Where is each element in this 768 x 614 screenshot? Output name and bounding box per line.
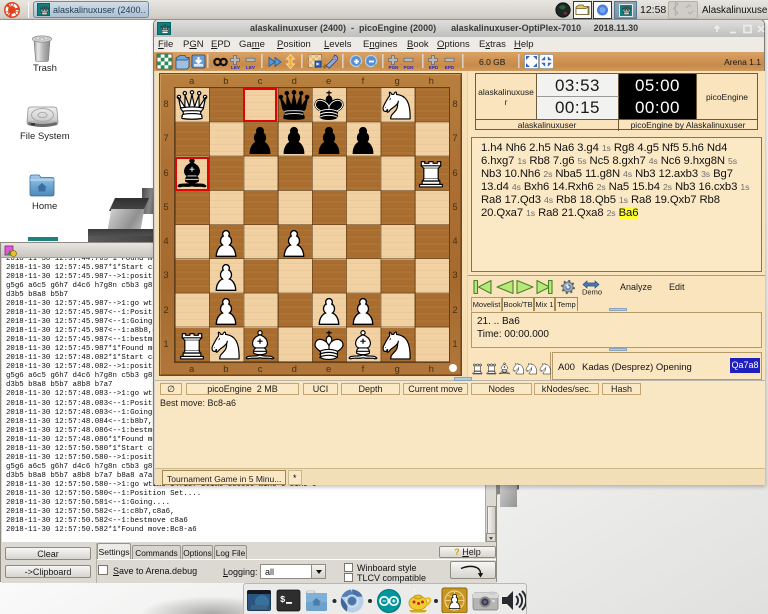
svg-text:Arena 1.1: Arena 1.1 (724, 57, 761, 67)
svg-text:Analyze: Analyze (620, 282, 652, 292)
svg-text:6.0 GB: 6.0 GB (479, 57, 506, 67)
svg-text:PGN: PGN (389, 65, 400, 70)
svg-text:$: $ (280, 595, 286, 605)
svg-text:EPD: EPD (445, 65, 455, 70)
svg-text:LEV: LEV (246, 65, 256, 70)
svg-text:EPD: EPD (429, 65, 439, 70)
svg-text:LEV: LEV (231, 65, 241, 70)
svg-text:Demo: Demo (582, 288, 602, 297)
svg-text:PGN: PGN (404, 65, 415, 70)
svg-text:Edit: Edit (669, 282, 685, 292)
